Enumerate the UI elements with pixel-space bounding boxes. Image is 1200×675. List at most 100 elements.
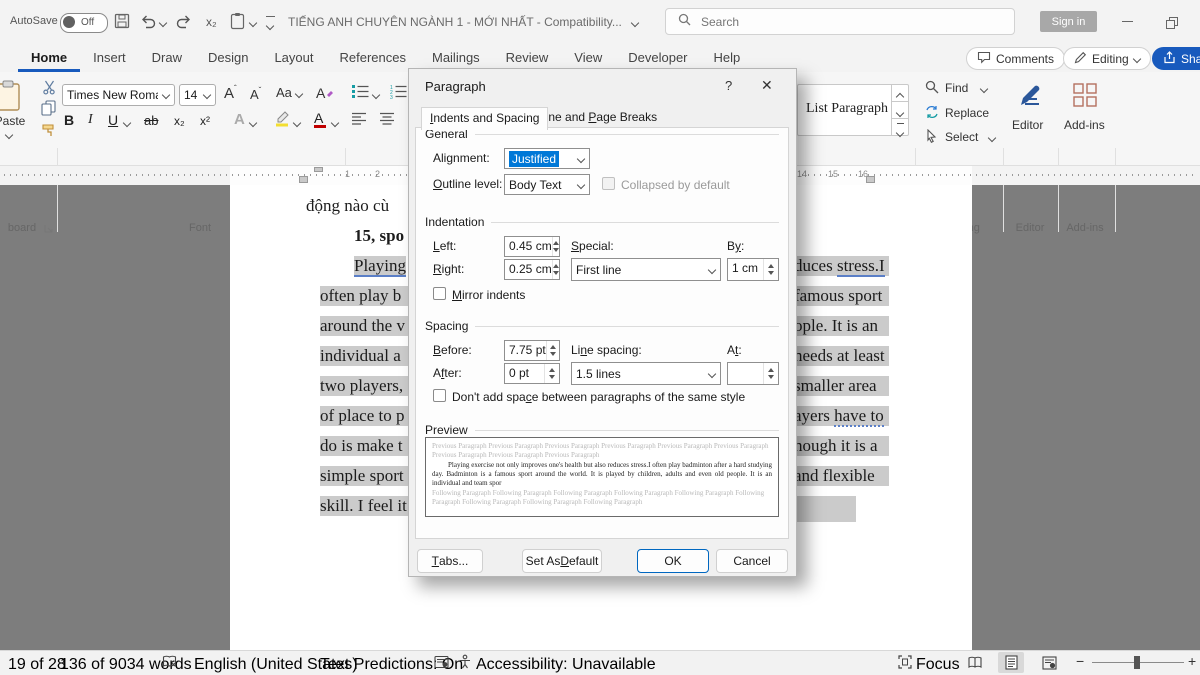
numbering-icon[interactable]: 123: [390, 84, 407, 104]
doc-text-line-selected[interactable]: Playing: [354, 256, 406, 277]
style-more-icon[interactable]: [892, 123, 908, 139]
doc-text-line-selected[interactable]: hough it is a: [794, 436, 889, 456]
page-indicator[interactable]: 19 of 28: [8, 656, 66, 674]
tab-layout[interactable]: Layout: [261, 45, 326, 72]
doc-text-line-selected[interactable]: needs at least: [794, 346, 889, 366]
search-box[interactable]: [665, 8, 1015, 35]
set-as-default-button[interactable]: Set As Default: [522, 549, 602, 573]
accessibility-status[interactable]: Accessibility: Unavailable: [476, 656, 656, 674]
doc-text-line-selected[interactable]: ayers have to: [794, 406, 889, 426]
mirror-indents-checkbox[interactable]: [433, 287, 446, 300]
focus-icon[interactable]: [898, 655, 912, 674]
print-layout-icon[interactable]: [998, 652, 1024, 673]
doc-text-line-selected[interactable]: and flexible: [794, 466, 889, 486]
proofing-errors-icon[interactable]: [162, 655, 177, 674]
paste-dropdown-icon[interactable]: [5, 131, 13, 139]
spin-up-icon[interactable]: [768, 264, 774, 268]
paste-label[interactable]: Paste: [0, 114, 28, 128]
doc-text-line-selected[interactable]: do is make t: [320, 436, 409, 456]
doc-text-line[interactable]: động nào cù: [306, 196, 389, 216]
highlight-icon[interactable]: [274, 110, 290, 132]
spin-down-icon[interactable]: [550, 352, 556, 356]
help-icon[interactable]: ?: [725, 78, 732, 93]
doc-text-line-selected[interactable]: famous sport: [794, 286, 889, 306]
undo-dropdown-icon[interactable]: [159, 19, 167, 27]
undo-icon[interactable]: [140, 13, 156, 34]
redo-icon[interactable]: [176, 13, 192, 34]
superscript-button[interactable]: x²: [200, 114, 210, 128]
tab-draw[interactable]: Draw: [139, 45, 195, 72]
doc-text-line-selected[interactable]: ople. It is an: [794, 316, 889, 336]
doc-text-line[interactable]: 15, spo: [354, 226, 404, 246]
zoom-out-icon[interactable]: −: [1076, 653, 1084, 669]
copy-icon[interactable]: [41, 100, 56, 121]
highlight-dropdown-icon[interactable]: [293, 119, 301, 127]
editor-button-label[interactable]: Editor: [1012, 118, 1043, 132]
select-dropdown-icon[interactable]: [988, 134, 996, 142]
paragraph-dialog[interactable]: Paragraph ? ✕ Indents and Spacing Line a…: [408, 68, 797, 577]
zoom-slider-handle[interactable]: [1134, 656, 1140, 669]
doc-text-line-selected[interactable]: simple sport: [320, 466, 409, 486]
find-label[interactable]: Find: [945, 81, 968, 95]
cancel-button[interactable]: Cancel: [716, 549, 788, 573]
align-center-icon[interactable]: [380, 112, 395, 131]
ok-button[interactable]: OK: [637, 549, 709, 573]
spin-down-icon[interactable]: [768, 375, 774, 379]
doc-text-line-selected[interactable]: skill. I feel it: [320, 496, 409, 516]
strikethrough-button[interactable]: ab: [144, 113, 158, 128]
spin-down-icon[interactable]: [553, 248, 559, 252]
shrink-font-icon[interactable]: Aˇ: [250, 86, 261, 102]
spin-down-icon[interactable]: [768, 271, 774, 275]
editing-mode-button[interactable]: Editing: [1063, 47, 1151, 70]
subscript-qat-icon[interactable]: x₂: [206, 15, 217, 29]
grow-font-icon[interactable]: Aˆ: [224, 84, 237, 102]
spin-down-icon[interactable]: [549, 375, 555, 379]
style-scroll-down-icon[interactable]: [892, 102, 908, 119]
customize-qat-icon[interactable]: [266, 16, 276, 35]
italic-button[interactable]: I: [88, 112, 93, 128]
comments-button[interactable]: Comments: [966, 47, 1065, 70]
paste-qat-icon[interactable]: [230, 12, 245, 35]
read-mode-icon[interactable]: [962, 652, 988, 673]
special-combo[interactable]: First line: [571, 258, 721, 281]
sign-in-button[interactable]: Sign in: [1040, 11, 1097, 32]
indent-left-spinner[interactable]: 0.45 cm: [504, 236, 560, 257]
spin-up-icon[interactable]: [550, 345, 556, 349]
clipboard-dialog-launcher-icon[interactable]: [44, 224, 54, 234]
title-dropdown-icon[interactable]: [631, 19, 639, 27]
doc-text-line-selected[interactable]: around the v: [320, 316, 409, 336]
tabs-button[interactable]: Tabs...: [417, 549, 483, 573]
replace-icon[interactable]: [925, 105, 939, 124]
by-spinner[interactable]: 1 cm: [727, 258, 779, 281]
doc-text-line-selected[interactable]: two players,: [320, 376, 409, 396]
tab-references[interactable]: References: [327, 45, 419, 72]
add-ins-button-label[interactable]: Add-ins: [1064, 118, 1105, 132]
text-effects-icon[interactable]: A: [234, 111, 245, 128]
font-name-combo[interactable]: Times New Roman: [62, 84, 175, 106]
select-icon[interactable]: [925, 129, 938, 148]
find-dropdown-icon[interactable]: [980, 85, 988, 93]
at-spinner[interactable]: [727, 362, 779, 385]
style-scroll-up-icon[interactable]: [892, 85, 908, 102]
after-spinner[interactable]: 0 pt: [504, 363, 560, 384]
indent-right-spinner[interactable]: 0.25 cm: [504, 259, 560, 280]
doc-text-line-selected[interactable]: of place to p: [320, 406, 409, 426]
doc-text-line-selected[interactable]: smaller area: [794, 376, 889, 396]
minimize-icon[interactable]: [1122, 21, 1133, 22]
select-label[interactable]: Select: [945, 130, 978, 144]
doc-text-line-selected[interactable]: individual a: [320, 346, 409, 366]
zoom-in-icon[interactable]: +: [1188, 653, 1196, 669]
underline-button[interactable]: U: [108, 112, 118, 128]
text-effects-dropdown-icon[interactable]: [249, 119, 257, 127]
spin-down-icon[interactable]: [553, 271, 559, 275]
line-spacing-combo[interactable]: 1.5 lines: [571, 362, 721, 385]
save-icon[interactable]: [114, 13, 130, 34]
bullets-dropdown-icon[interactable]: [372, 91, 380, 99]
search-input[interactable]: [699, 14, 983, 30]
change-case-icon[interactable]: Aa: [276, 85, 302, 100]
paste-icon[interactable]: [0, 80, 22, 117]
share-button[interactable]: Share: [1152, 47, 1200, 70]
subscript-button[interactable]: x₂: [174, 114, 185, 128]
paste-qat-dropdown-icon[interactable]: [249, 19, 257, 27]
doc-text-line-selected[interactable]: often play b: [320, 286, 409, 306]
